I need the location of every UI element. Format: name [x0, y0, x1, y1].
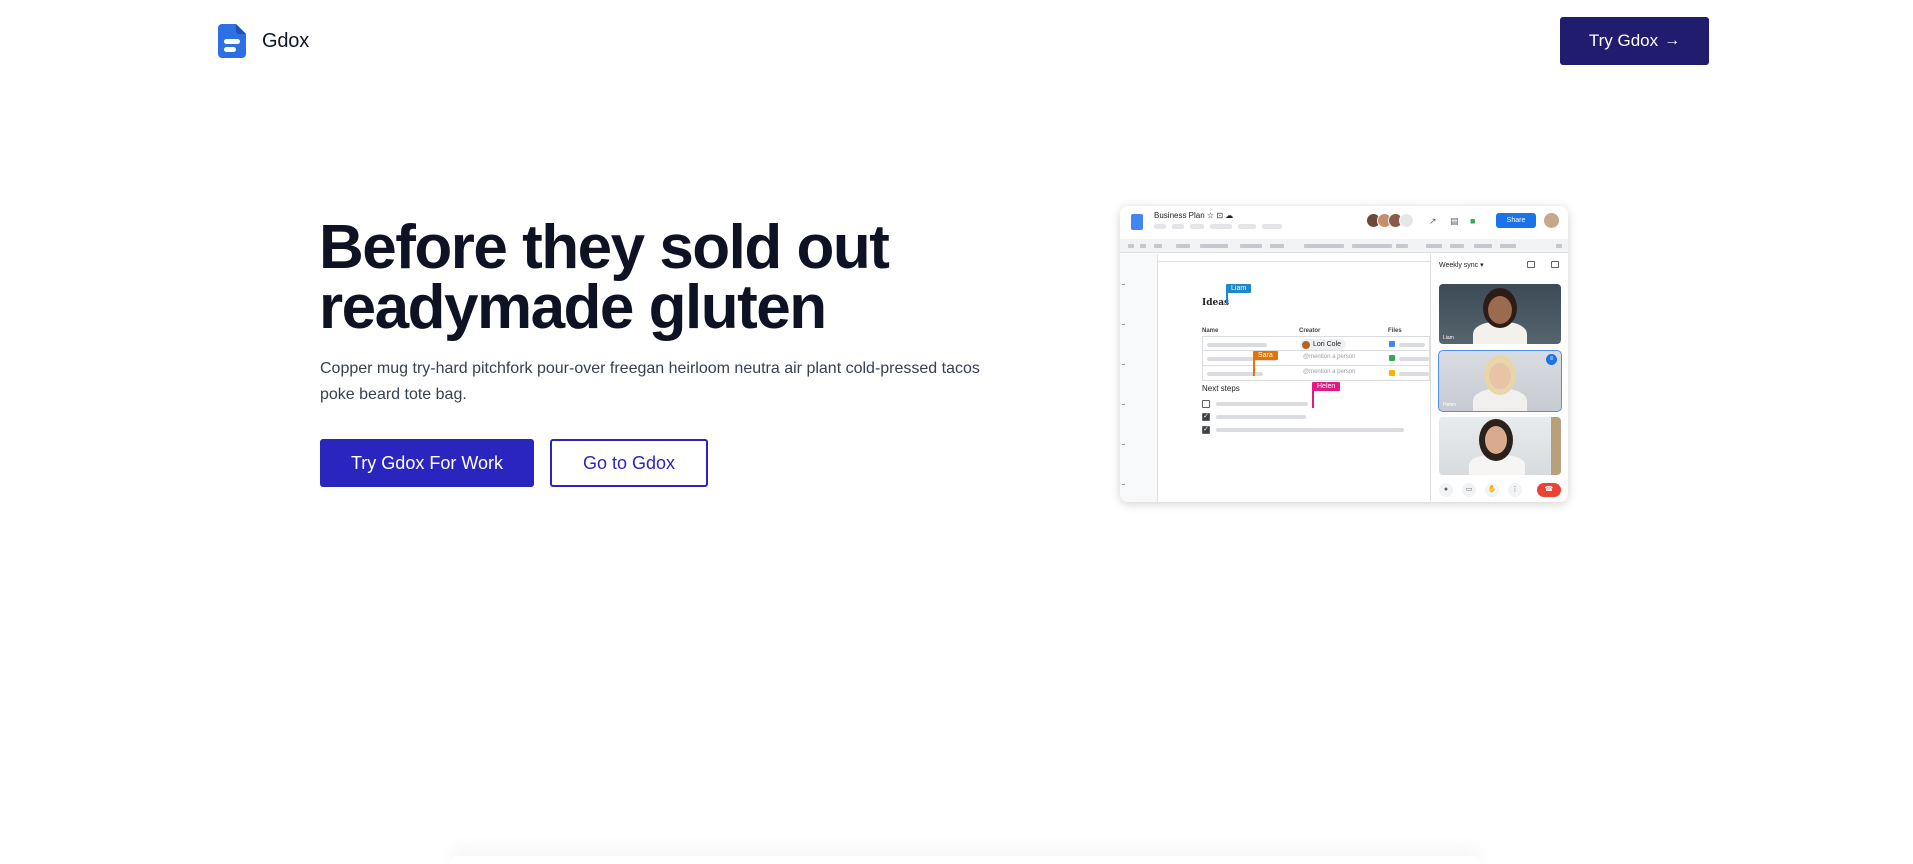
video-name: Helen	[1443, 402, 1457, 408]
table-header-creator: Creator	[1299, 328, 1321, 334]
video-tile: Liam	[1439, 284, 1561, 344]
open-external-icon	[1551, 261, 1559, 268]
comment-icon: ▤	[1450, 216, 1459, 226]
arrow-right-icon: →	[1664, 32, 1681, 49]
hero-title-line2: readymade gluten	[319, 273, 827, 342]
more-options-icon: ⋮	[1508, 483, 1522, 497]
file-icon	[1389, 341, 1395, 347]
hero-title: Before they sold out readymade gluten	[319, 217, 1039, 339]
hero-title-line1: Before they sold out	[319, 213, 890, 282]
hang-up-icon: ☎	[1537, 483, 1561, 497]
mock-outline-bar	[1120, 254, 1158, 502]
video-tile	[1439, 417, 1561, 475]
table-row: @mention a person	[1202, 351, 1430, 366]
mention-placeholder: @mention a person	[1303, 369, 1356, 375]
site-header: Gdox Try Gdox →	[0, 0, 1913, 82]
mock-toolbar	[1120, 239, 1568, 253]
mock-share-button: Share	[1496, 213, 1536, 228]
pip-icon	[1527, 261, 1535, 268]
meeting-title: Weekly sync ▾	[1439, 262, 1484, 269]
call-controls: ● ▭ ✋ ⋮ ☎	[1431, 482, 1568, 498]
table-row: Lori Cole	[1202, 336, 1430, 351]
video-name: Liam	[1443, 335, 1454, 341]
mock-document-page: Ideas Liam Name Creator Files Lori Cole …	[1158, 254, 1430, 502]
brand-logo[interactable]: Gdox	[218, 24, 309, 58]
camera-icon: ▭	[1462, 483, 1476, 497]
docs-icon	[1131, 214, 1143, 230]
meeting-side-panel: Weekly sync ▾ Liam ≡ Helen ● ▭ ✋ ⋮ ☎	[1430, 254, 1568, 502]
go-to-gdox-button[interactable]: Go to Gdox	[550, 439, 708, 487]
collaborator-avatars	[1366, 213, 1414, 228]
mock-topbar: Business Plan ☆ ⊡ ☁ ↗ ▤ ■ Share	[1120, 206, 1568, 238]
file-icon	[1389, 355, 1395, 361]
file-icon	[1389, 370, 1395, 376]
try-gdox-button[interactable]: Try Gdox →	[1560, 17, 1709, 65]
hero-subtitle: Copper mug try-hard pitchfork pour-over …	[320, 360, 980, 403]
mention-placeholder: @mention a person	[1303, 354, 1356, 360]
checkbox-checked: ✓	[1202, 426, 1210, 434]
table-row: @mention a person	[1202, 366, 1430, 381]
raise-hand-icon: ✋	[1485, 483, 1499, 497]
mock-user-avatar	[1544, 213, 1559, 228]
creator-chip: Lori Cole	[1300, 339, 1347, 350]
document-icon	[218, 24, 246, 58]
meet-icon: ■	[1470, 216, 1476, 226]
speaking-indicator-icon: ≡	[1546, 354, 1557, 365]
sara-cursor-flag: Sara	[1253, 351, 1278, 360]
mock-menu-bar	[1154, 224, 1282, 229]
mock-doc-title: Business Plan ☆ ⊡ ☁	[1154, 211, 1234, 220]
next-section-edge	[450, 856, 1480, 864]
liam-cursor-flag: Liam	[1226, 284, 1252, 293]
table-header-files: Files	[1388, 328, 1402, 334]
table-header-name: Name	[1202, 328, 1219, 334]
brand-name: Gdox	[262, 29, 310, 52]
try-gdox-for-work-button[interactable]: Try Gdox For Work	[320, 439, 534, 487]
try-gdox-label: Try Gdox	[1588, 31, 1659, 50]
next-steps-heading: Next steps	[1202, 384, 1240, 393]
checkbox-unchecked	[1202, 400, 1210, 408]
mic-icon: ●	[1439, 483, 1453, 497]
checkbox-checked: ✓	[1202, 413, 1210, 421]
video-tile-active: ≡ Helen	[1438, 350, 1562, 412]
helen-cursor-flag: Helen	[1312, 382, 1341, 391]
product-screenshot: Business Plan ☆ ⊡ ☁ ↗ ▤ ■ Share Ideas Li…	[1120, 206, 1568, 502]
trend-icon: ↗	[1429, 216, 1437, 226]
